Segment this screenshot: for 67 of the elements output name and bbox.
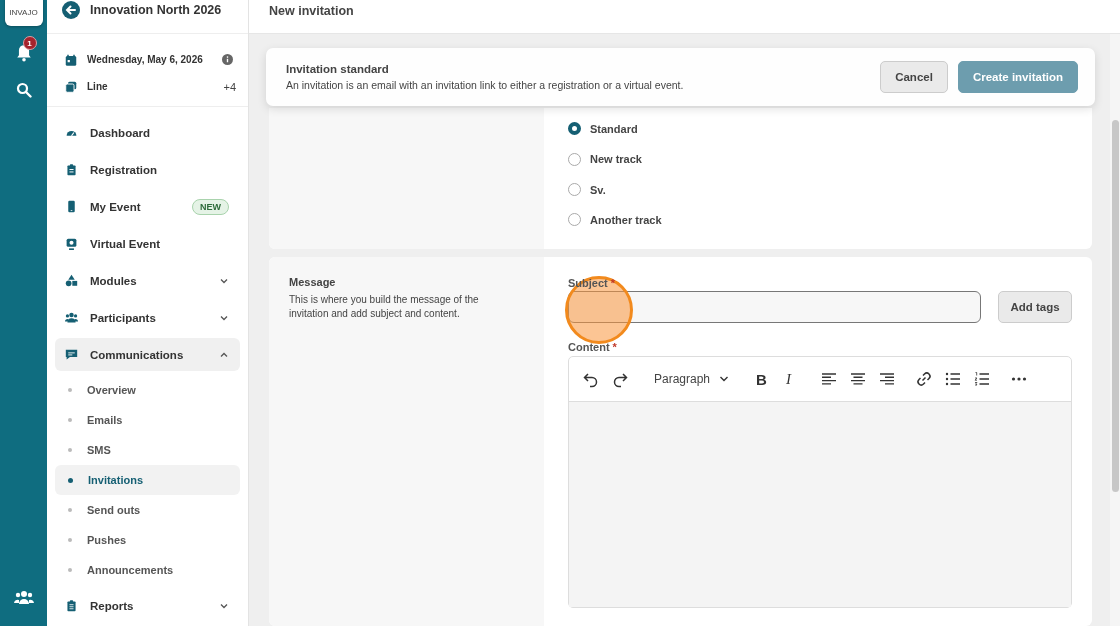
bulleted-list-icon[interactable] xyxy=(943,370,962,388)
people-icon xyxy=(65,311,78,324)
nav-subitem[interactable]: Overview xyxy=(55,375,240,405)
radio-button[interactable] xyxy=(568,152,581,166)
nav-subitem[interactable]: Pushes xyxy=(55,525,240,555)
nav-item[interactable]: Participants xyxy=(55,301,240,334)
cancel-button[interactable]: Cancel xyxy=(880,61,948,93)
nav-item[interactable]: Communications xyxy=(55,338,240,371)
align-center-icon[interactable] xyxy=(848,370,867,388)
numbered-list-icon[interactable] xyxy=(972,370,991,388)
line-label: Line xyxy=(87,81,109,92)
nav-subitem[interactable]: Send outs xyxy=(55,495,240,525)
nav-item[interactable]: Virtual Event xyxy=(55,227,240,260)
notification-bell-icon[interactable] xyxy=(14,44,33,62)
info-icon[interactable] xyxy=(222,54,233,65)
section-title: Message xyxy=(289,276,337,288)
new-badge: NEW xyxy=(192,198,229,215)
event-date: Wednesday, May 6, 2026 xyxy=(87,54,204,65)
undo-icon[interactable] xyxy=(582,370,600,388)
line-count: +4 xyxy=(223,80,236,93)
nav-subitem[interactable]: Emails xyxy=(55,405,240,435)
notification-badge: 1 xyxy=(22,36,37,50)
nav-subitem[interactable]: Invitations xyxy=(55,465,240,495)
nav-item[interactable]: Reports xyxy=(55,589,240,622)
required-mark: * xyxy=(612,341,617,355)
nav-subitem[interactable]: Announcements xyxy=(55,555,240,585)
add-tags-button[interactable]: Add tags xyxy=(998,291,1072,323)
radio-button[interactable] xyxy=(568,213,581,227)
section-description: This is where you build the message of the invitation and add subject and content. xyxy=(289,293,480,321)
link-icon[interactable] xyxy=(914,370,933,388)
shapes-icon xyxy=(65,274,78,287)
people-icon[interactable] xyxy=(13,590,34,604)
copies-icon xyxy=(65,80,77,93)
nav-item[interactable]: Modules xyxy=(55,264,240,297)
nav-item[interactable]: Dashboard xyxy=(55,116,240,149)
banner-title: Invitation standard xyxy=(286,63,390,75)
phone-icon xyxy=(65,200,78,213)
nav-subitem[interactable]: SMS xyxy=(55,435,240,465)
chat-icon xyxy=(65,348,78,361)
chevron-icon xyxy=(719,374,730,384)
required-mark: * xyxy=(610,277,615,291)
field-label: Content xyxy=(568,341,610,355)
radio-button[interactable] xyxy=(568,122,581,136)
banner-description: An invitation is an email with an invitation link to either a registration or a virtual event. xyxy=(286,79,685,91)
page-title: New invitation xyxy=(269,3,354,19)
search-icon[interactable] xyxy=(15,82,32,98)
align-left-icon[interactable] xyxy=(819,370,838,388)
italic-button[interactable]: I xyxy=(781,370,795,388)
align-right-icon[interactable] xyxy=(877,370,896,388)
logo[interactable]: INVAJO xyxy=(4,0,43,26)
block-style-dropdown[interactable]: Paragraph xyxy=(654,372,730,386)
calendar-icon xyxy=(65,53,77,66)
radio-label: Another track xyxy=(590,213,662,226)
bold-button[interactable]: B xyxy=(752,370,771,388)
nav-item[interactable]: My Event NEW xyxy=(55,190,240,223)
nav-item[interactable]: Registration xyxy=(55,153,240,186)
redo-icon[interactable] xyxy=(611,370,629,388)
screen-icon xyxy=(65,237,78,250)
radio-label: New track xyxy=(590,153,642,166)
scrollbar[interactable] xyxy=(1110,34,1120,626)
event-title: Innovation North 2026 xyxy=(90,2,222,19)
radio-label: Standard xyxy=(590,122,638,135)
clipboard-icon xyxy=(65,163,78,176)
clipboard-icon xyxy=(65,599,78,612)
subject-field[interactable] xyxy=(568,291,981,323)
radio-label: Sv. xyxy=(590,183,606,196)
radio-button[interactable] xyxy=(568,183,581,197)
